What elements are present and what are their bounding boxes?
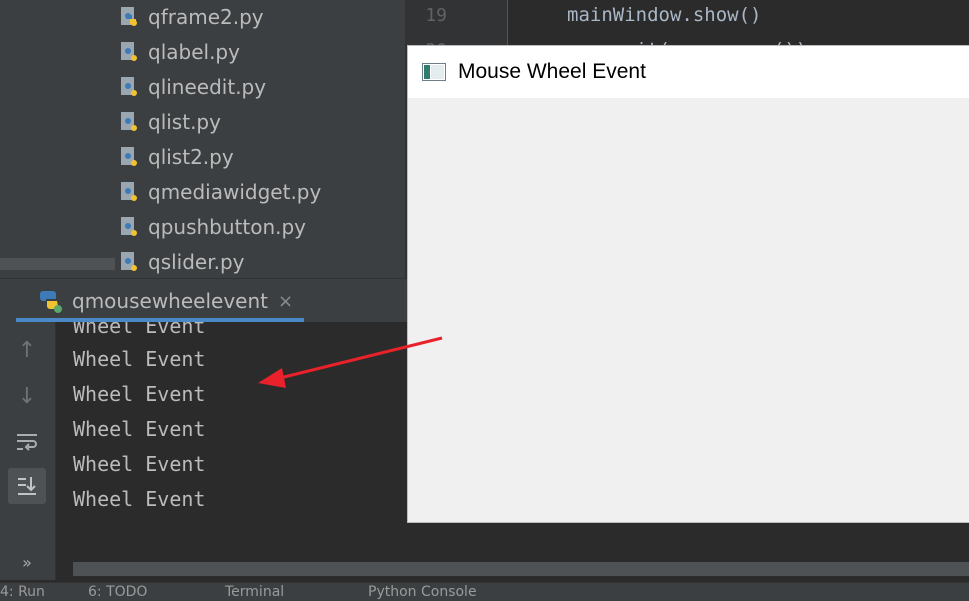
project-tree: qframe2.py qlabel.py qlineedit.py qlist.…: [0, 0, 405, 278]
tree-item-qmediawidget[interactable]: qmediawidget.py: [118, 177, 321, 207]
tree-item-qlabel[interactable]: qlabel.py: [118, 37, 240, 67]
tree-item-qslider[interactable]: qslider.py: [118, 247, 245, 277]
console-line: Wheel Event: [73, 487, 206, 511]
python-file-icon: [121, 217, 137, 236]
status-todo-tab[interactable]: 6: TODO: [88, 584, 147, 600]
scroll-end-glyph: [18, 477, 36, 495]
window-titlebar[interactable]: Mouse Wheel Event: [408, 46, 969, 98]
console-line: Wheel Event: [73, 452, 206, 476]
tree-item-label: qframe2.py: [148, 5, 264, 29]
python-run-icon: [40, 291, 62, 313]
python-file-icon: [121, 7, 137, 26]
tree-item-qlineedit[interactable]: qlineedit.py: [118, 72, 266, 102]
qt-app-window[interactable]: Mouse Wheel Event: [408, 46, 969, 522]
tree-item-qlist2[interactable]: qlist2.py: [118, 142, 234, 172]
python-file-icon: [121, 147, 137, 166]
python-file-icon: [121, 77, 137, 96]
status-run-tab[interactable]: 4: Run: [0, 584, 45, 600]
tree-item-label: qlist.py: [148, 110, 221, 134]
python-file-icon: [121, 42, 137, 61]
line-number: 19: [425, 5, 447, 26]
code-line[interactable]: mainWindow.show(): [567, 4, 761, 26]
status-terminal-tab[interactable]: Terminal: [225, 584, 284, 600]
close-icon[interactable]: ×: [278, 291, 293, 312]
tree-item-label: qmediawidget.py: [148, 180, 322, 204]
console-line: Wheel Event: [73, 417, 206, 441]
window-app-icon: [422, 63, 446, 81]
tree-item-label: qslider.py: [148, 250, 245, 274]
console-line: Wheel Event: [73, 382, 206, 406]
python-file-icon: [121, 182, 137, 201]
tree-item-label: qpushbutton.py: [148, 215, 307, 239]
tree-item-qframe2[interactable]: qframe2.py: [118, 2, 264, 32]
soft-wrap-icon[interactable]: [8, 424, 46, 460]
tree-item-qlist[interactable]: qlist.py: [118, 107, 221, 137]
scroll-to-end-icon[interactable]: [8, 468, 46, 504]
console-line: Wheel Event: [73, 347, 206, 371]
tree-item-label: qlineedit.py: [148, 75, 267, 99]
up-arrow-icon[interactable]: ↑: [8, 332, 46, 368]
tree-item-label: qlabel.py: [148, 40, 240, 64]
soft-wrap-glyph: [17, 434, 37, 451]
tree-horizontal-scrollbar[interactable]: [0, 258, 115, 270]
run-side-toolbar: ↑ ↓ »: [0, 322, 56, 580]
status-bar: 4: Run 6: TODO Terminal Python Console: [0, 582, 969, 601]
python-file-icon: [121, 112, 137, 131]
python-file-icon: [121, 252, 137, 271]
down-arrow-icon[interactable]: ↓: [8, 378, 46, 414]
tree-item-qpushbutton[interactable]: qpushbutton.py: [118, 212, 306, 242]
tab-run-qmousewheelevent[interactable]: qmousewheelevent ×: [16, 279, 304, 323]
window-title: Mouse Wheel Event: [458, 60, 646, 83]
console-horizontal-scrollbar[interactable]: [73, 562, 969, 576]
status-python-console-tab[interactable]: Python Console: [368, 584, 477, 600]
tree-item-label: qlist2.py: [148, 145, 234, 169]
more-icon[interactable]: »: [8, 544, 46, 580]
tab-label: qmousewheelevent: [72, 289, 268, 313]
